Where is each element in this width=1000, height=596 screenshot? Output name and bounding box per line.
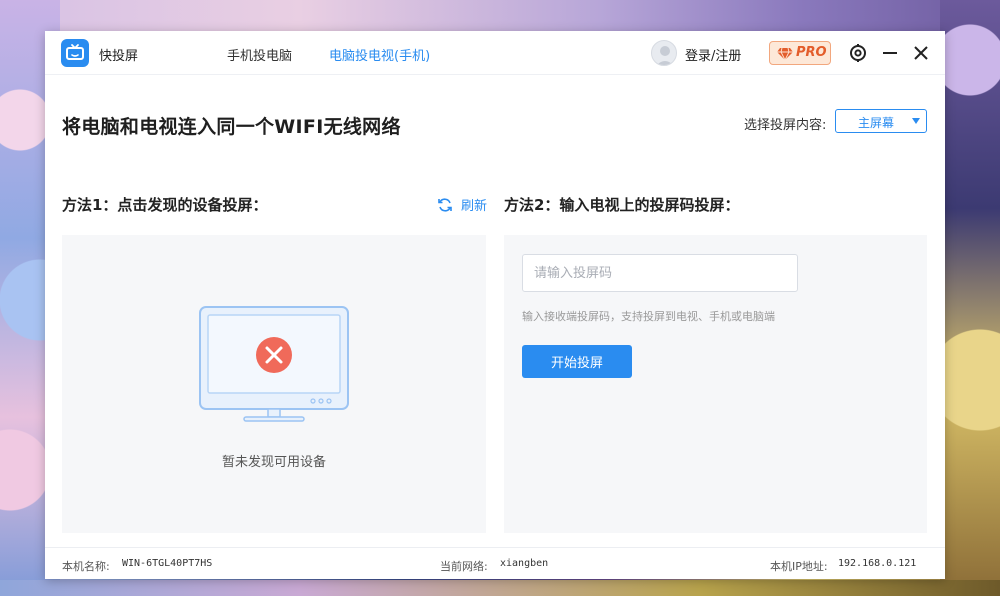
- host-name-label: 本机名称:: [62, 560, 110, 573]
- gear-icon[interactable]: [847, 42, 869, 64]
- cast-code-input[interactable]: [522, 254, 798, 292]
- minimize-icon[interactable]: [879, 42, 901, 64]
- monitor-error-icon: [199, 306, 349, 422]
- app-name: 快投屏: [99, 49, 139, 64]
- network-label: 当前网络:: [440, 560, 488, 573]
- cast-code-hint: 输入接收端投屏码，支持投屏到电视、手机或电脑端: [522, 310, 775, 323]
- host-name-value: WIN-6TGL40PT7HS: [122, 558, 213, 569]
- close-icon[interactable]: [910, 42, 932, 64]
- tab-phone-to-pc[interactable]: 手机投电脑: [227, 45, 292, 64]
- empty-state-text: 暂未发现可用设备: [221, 455, 326, 470]
- screen-content-select[interactable]: 主屏幕: [835, 109, 927, 133]
- method2-title: 方法2：输入电视上的投屏码投屏：: [504, 196, 740, 214]
- ip-address-label: 本机IP地址:: [770, 560, 828, 573]
- pro-label: PRO: [796, 45, 827, 60]
- select-value: 主屏幕: [858, 116, 895, 130]
- pro-badge[interactable]: PRO: [769, 41, 831, 65]
- diamond-icon: [777, 47, 793, 61]
- refresh-label: 刷新: [461, 199, 488, 214]
- user-avatar-icon[interactable]: [651, 40, 677, 66]
- start-cast-button[interactable]: 开始投屏: [522, 345, 632, 378]
- caret-down-icon: [912, 118, 920, 124]
- desktop-wallpaper-right: [940, 0, 1000, 596]
- desktop-wallpaper-bottom: [0, 580, 1000, 596]
- code-cast-panel: 输入接收端投屏码，支持投屏到电视、手机或电脑端 开始投屏: [504, 235, 927, 533]
- refresh-icon: [438, 198, 452, 212]
- app-window: 快投屏 手机投电脑 电脑投电视(手机) 登录/注册 PRO 将电脑和电视连入同一…: [45, 31, 945, 579]
- tv-icon: [61, 39, 89, 67]
- tab-pc-to-tv[interactable]: 电脑投电视(手机): [329, 45, 430, 64]
- status-footer: 本机名称: WIN-6TGL40PT7HS 当前网络: xiangben 本机I…: [45, 547, 945, 579]
- select-content-label: 选择投屏内容:: [744, 118, 827, 133]
- method1-title: 方法1：点击发现的设备投屏：: [62, 196, 268, 214]
- device-list-panel: 暂未发现可用设备: [62, 235, 486, 533]
- title-bar: 快投屏 手机投电脑 电脑投电视(手机) 登录/注册 PRO: [45, 31, 945, 75]
- desktop-wallpaper-top: [0, 0, 1000, 32]
- login-register-link[interactable]: 登录/注册: [685, 45, 741, 64]
- network-value: xiangben: [500, 558, 549, 569]
- page-headline: 将电脑和电视连入同一个WIFI无线网络: [62, 116, 401, 138]
- ip-address-value: 192.168.0.121: [838, 558, 917, 569]
